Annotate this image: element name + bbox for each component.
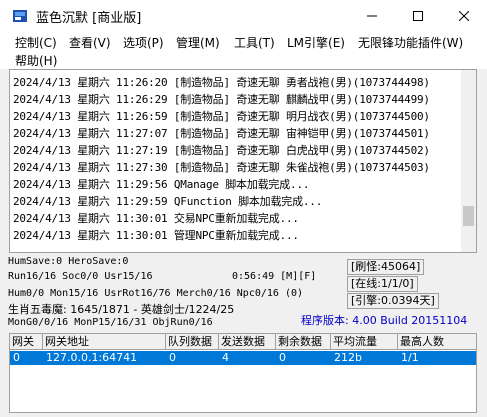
log-scrollbar[interactable] bbox=[461, 70, 476, 252]
human-status: Hum0/0 Mon15/16 UsrRot16/76 Merch0/16 Np… bbox=[8, 288, 304, 299]
minimize-button[interactable] bbox=[349, 0, 395, 31]
menu-lm-engine[interactable]: LM引擎(E) bbox=[287, 34, 345, 51]
log-line: 2024/4/13 星期六 11:27:07 [制造物品] 奇速无聊 宙神铠甲(… bbox=[13, 127, 430, 140]
menu-manage[interactable]: 管理(M) bbox=[176, 34, 220, 51]
refresh-counter: [刷怪:45064] bbox=[347, 259, 425, 275]
menu-view[interactable]: 查看(V) bbox=[69, 34, 111, 51]
cell-remaining: 0 bbox=[279, 351, 286, 364]
window-title: 蓝色沉默 [商业版] bbox=[36, 11, 142, 26]
menu-plugins[interactable]: 无限锋功能插件(W) bbox=[358, 34, 463, 51]
menu-bar: 控制(C) 查看(V) 选项(P) 管理(M) 工具(T) LM引擎(E) 无限… bbox=[0, 31, 487, 69]
log-panel[interactable]: 2024/4/13 星期六 11:26:20 [制造物品] 奇速无聊 勇者战袍(… bbox=[9, 69, 477, 253]
menu-help[interactable]: 帮助(H) bbox=[15, 52, 57, 69]
log-line: 2024/4/13 星期六 11:29:59 QFunction 脚本加载完成.… bbox=[13, 195, 323, 208]
maximize-button[interactable] bbox=[395, 0, 441, 31]
column-header-peak[interactable]: 最高人数 bbox=[398, 334, 476, 350]
log-line: 2024/4/13 星期六 11:26:29 [制造物品] 奇速无聊 麒麟战甲(… bbox=[13, 93, 430, 106]
online-counter: [在线:1/1/0] bbox=[347, 276, 418, 292]
close-button[interactable] bbox=[441, 0, 487, 31]
column-header-remaining[interactable]: 剩余数据 bbox=[276, 334, 331, 350]
menu-options[interactable]: 选项(P) bbox=[123, 34, 164, 51]
engine-uptime: [引擎:0.0394天] bbox=[347, 293, 439, 309]
boss-status: 生肖五毒魔: 1645/1871 - 英雄剑士/1224/25 bbox=[8, 303, 235, 316]
menu-tools[interactable]: 工具(T) bbox=[234, 34, 275, 51]
cell-sent: 4 bbox=[222, 351, 229, 364]
log-scroll-thumb[interactable] bbox=[463, 206, 474, 226]
monster-status: MonG0/0/16 MonP15/16/31 ObjRun0/16 bbox=[8, 317, 213, 328]
cell-peak: 1/1 bbox=[401, 351, 419, 364]
clock-status: 0:56:49 [M][F] bbox=[232, 271, 317, 282]
log-line: 2024/4/13 星期六 11:26:59 [制造物品] 奇速无聊 明月战衣(… bbox=[13, 110, 430, 123]
run-status: Run16/16 Soc0/0 Usr15/16 bbox=[8, 271, 153, 282]
app-icon bbox=[13, 10, 27, 22]
save-status: HumSave:0 HeroSave:0 bbox=[8, 256, 129, 267]
close-icon bbox=[459, 10, 469, 21]
cell-address: 127.0.0.1:64741 bbox=[46, 351, 138, 364]
column-header-address[interactable]: 网关地址 bbox=[43, 334, 166, 350]
maximize-icon bbox=[413, 10, 423, 21]
cell-traffic: 212b bbox=[334, 351, 362, 364]
column-header-queue[interactable]: 队列数据 bbox=[166, 334, 219, 350]
column-header-traffic[interactable]: 平均流量 bbox=[331, 334, 398, 350]
log-line: 2024/4/13 星期六 11:27:19 [制造物品] 奇速无聊 白虎战甲(… bbox=[13, 144, 430, 157]
title-bar: 蓝色沉默 [商业版] bbox=[0, 0, 487, 31]
log-line: 2024/4/13 星期六 11:29:56 QManage 脚本加载完成... bbox=[13, 178, 310, 191]
log-line: 2024/4/13 星期六 11:26:20 [制造物品] 奇速无聊 勇者战袍(… bbox=[13, 76, 430, 89]
app-window: 蓝色沉默 [商业版] 控制(C) 查看(V) 选项(P) 管理(M) 工具(T)… bbox=[0, 0, 487, 417]
menu-control[interactable]: 控制(C) bbox=[15, 34, 57, 51]
program-version: 程序版本: 4.00 Build 20151104 bbox=[301, 314, 468, 327]
log-line: 2024/4/13 星期六 11:27:30 [制造物品] 奇速无聊 朱雀战袍(… bbox=[13, 161, 430, 174]
cell-queue: 0 bbox=[169, 351, 176, 364]
log-line: 2024/4/13 星期六 11:30:01 交易NPC重新加载完成... bbox=[13, 212, 299, 225]
log-line: 2024/4/13 星期六 11:30:01 管理NPC重新加载完成... bbox=[13, 229, 299, 242]
gateway-table[interactable]: 网关 网关地址 队列数据 发送数据 剩余数据 平均流量 最高人数 0 127.0… bbox=[9, 333, 477, 413]
cell-gateway: 0 bbox=[13, 351, 20, 364]
column-header-sent[interactable]: 发送数据 bbox=[219, 334, 276, 350]
minimize-icon bbox=[367, 15, 377, 16]
column-header-gateway[interactable]: 网关 bbox=[10, 334, 43, 350]
